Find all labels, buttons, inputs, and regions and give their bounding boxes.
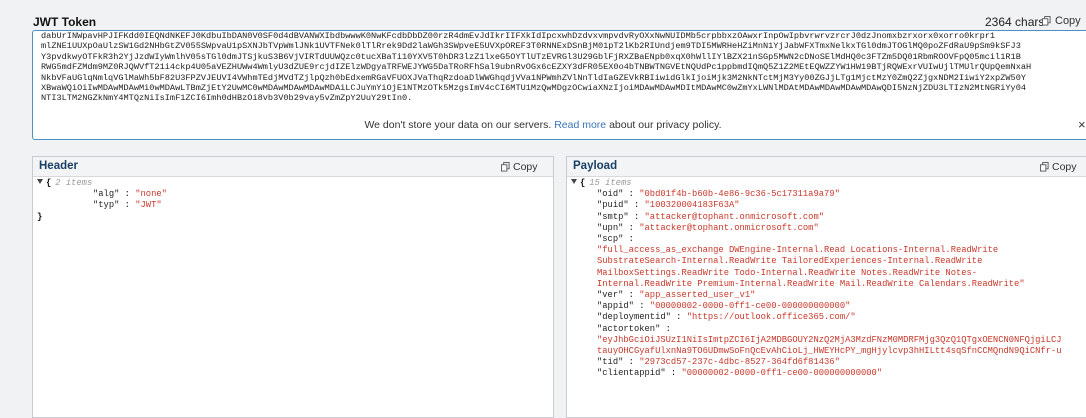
json-value: "none" [135,189,167,200]
json-key: "appid" [597,301,634,312]
json-root-row: {15 items [571,178,1062,189]
header-json-viewer: {2 items "alg" : "none" "typ" : "JWT" } [33,177,553,417]
payload-panel-title: Payload [573,160,618,172]
copy-icon [1042,16,1051,26]
json-key: "ver" [597,290,624,301]
json-field-row: "upn" : "attacker@tophant.onmicrosoft.co… [597,222,819,233]
json-field-row: "appid" : "00000002-0000-0ff1-ce00-00000… [597,301,851,312]
privacy-text-before: We don't store your data on our servers. [364,119,555,131]
header-panel-title: Header [39,160,78,172]
json-value: "https://outlook.office365.com/" [686,312,856,323]
json-key: "oid" [597,189,624,200]
json-field-row: "ver" : "app_asserted_user_v1" [597,290,756,301]
token-line: NTI3LTM2NGZkNmY4MTQzNiIsImF1ZCI6Imh0dHBz… [41,93,413,104]
header-panel: Header Copy {2 items "alg" : "none" "typ… [32,156,554,418]
payload-copy-label: Copy [1052,161,1077,173]
json-value: "00000002-0000-0ff1-ce00-000000000000" [681,368,883,379]
payload-panel: Payload Copy {15 items "oid" : "0bd01f4b… [566,156,1086,418]
token-line: mlZNE1UUXpOaUlzSW1Gd2NHbGtZV055SWpvaU1pS… [41,41,1021,52]
json-field-row: "scp" : [597,234,634,245]
json-field-row: "tid" : "2973cd57-237c-4dbc-8527-364fd6f… [597,357,840,368]
json-field-row: "clientappid" : "00000002-0000-0ff1-ce00… [597,368,883,379]
token-line: Y3pvdkwyOTFkR3h2YjJzdWIyWmlhV05sTGl0dmJT… [41,51,1021,62]
json-key: "actortoken" [597,323,661,334]
json-value: SubstrateSearch-Internal.ReadWrite Tailo… [597,256,983,267]
json-field-row: "typ" : "JWT" [93,200,162,211]
token-title: JWT Token [33,15,97,29]
token-copy-label: Copy [1055,15,1081,27]
json-value-line: tauyOHCGyafUlxnNa9TO6UDmwSoFnQcEvAhCioLj… [571,346,1062,357]
json-field-row: "actortoken" : [597,323,671,334]
header-panel-head: Header Copy [33,157,553,177]
json-value: "100320004183F63A" [644,200,740,211]
json-value: Internal.ReadWrite Premium-Internal.Read… [597,278,1025,289]
privacy-text-after: about our privacy policy. [606,119,722,131]
json-key: "scp" [597,234,624,245]
json-value-line: MailboxSettings.ReadWrite Todo-Internal.… [571,268,1062,279]
json-value: "JWT" [135,200,162,211]
json-field-row: "deploymentid" : "https://outlook.office… [597,312,856,323]
header-json: {2 items "alg" : "none" "typ" : "JWT" } [37,178,167,223]
open-brace: { [46,178,52,188]
privacy-notice: We don't store your data on our servers.… [0,114,1086,136]
char-count: 2364 chars [985,15,1045,29]
payload-panel-head: Payload Copy [567,157,1086,177]
json-value-line: SubstrateSearch-Internal.ReadWrite Tailo… [571,256,1062,267]
json-key: "smtp" [597,211,629,222]
json-key: "alg" [93,189,120,200]
token-line: NkbVFaUGlqNmlqVGlMaWh5bF82U3FPZVJEUVI4VW… [41,72,1027,83]
json-key: "puid" [597,200,629,211]
payload-json: {15 items "oid" : "0bd01f4b-b60b-4e86-9c… [571,178,1062,380]
json-field-row: "smtp" : "attacker@tophant.onmicrosoft.c… [597,211,825,222]
json-root-row: {2 items [37,178,167,189]
json-key: "tid" [597,357,624,368]
close-brace: } [37,211,43,222]
header-copy-button[interactable]: Copy [501,161,538,173]
json-field-row: "oid" : "0bd01f4b-b60b-4e86-9c36-5c17311… [597,189,840,200]
json-value: tauyOHCGyafUlxnNa9TO6UDmwSoFnQcEvAhCioLj… [597,346,1062,357]
json-value: MailboxSettings.ReadWrite Todo-Internal.… [597,267,978,278]
collapse-toggle-icon[interactable] [571,179,577,184]
item-count: 15 items [589,178,632,188]
close-icon[interactable]: × [1078,114,1086,136]
json-value: "00000002-0000-0ff1-ce00-000000000000" [649,301,851,312]
json-value: "2973cd57-237c-4dbc-8527-364fd6f81436" [639,357,840,368]
json-value: "full_access_as_exchange DWEngine-Intern… [597,245,999,256]
json-field-row: "alg" : "none" [93,189,167,200]
item-count: 2 items [55,178,93,188]
json-value: "0bd01f4b-b60b-4e86-9c36-5c17311a9a79" [639,189,840,200]
token-copy-button[interactable]: Copy [1042,15,1081,27]
token-line: RWG5mdFZMdm9MZ0RJQWVfT21i4ckp4U05aVEZHUW… [41,62,1032,73]
json-key: "clientappid" [597,368,666,379]
json-key: "typ" [93,200,120,211]
copy-icon [1040,162,1049,172]
json-value: "app_asserted_user_v1" [639,290,756,301]
json-close-row: } [37,212,167,223]
json-key: "upn" [597,222,624,233]
json-value-line: Internal.ReadWrite Premium-Internal.Read… [571,279,1062,290]
json-value: "attacker@tophant.onmicrosoft.com" [639,222,819,233]
json-key: "deploymentid" [597,312,671,323]
token-text: dabUrINWpavHPJIFKdd0IEQNdNKEFJ0KdbuIbDAN… [41,31,1086,104]
open-brace: { [580,178,586,188]
json-value-line: "full_access_as_exchange DWEngine-Intern… [571,245,1062,256]
json-value: "eyJhbGciOiJSUzI1NiIsImtpZCI6IjA2MDBGOUY… [597,334,1062,345]
json-field-row: "puid" : "100320004183F63A" [597,200,740,211]
token-line: dabUrINWpavHPJIFKdd0IEQNdNKEFJ0KdbuIbDAN… [41,31,996,41]
header-copy-label: Copy [513,161,538,173]
token-line: XBwaWQiOiIwMDAwMDAwMi0wMDAwLTBmZjEtY2UwM… [41,83,1027,94]
json-value: "attacker@tophant.onmicrosoft.com" [644,211,825,222]
payload-copy-button[interactable]: Copy [1040,161,1077,173]
read-more-link[interactable]: Read more [554,119,606,131]
collapse-toggle-icon[interactable] [37,179,43,184]
json-value-line: "eyJhbGciOiJSUzI1NiIsImtpZCI6IjA2MDBGOUY… [571,335,1062,346]
copy-icon [501,162,510,172]
payload-json-viewer: {15 items "oid" : "0bd01f4b-b60b-4e86-9c… [567,177,1086,417]
